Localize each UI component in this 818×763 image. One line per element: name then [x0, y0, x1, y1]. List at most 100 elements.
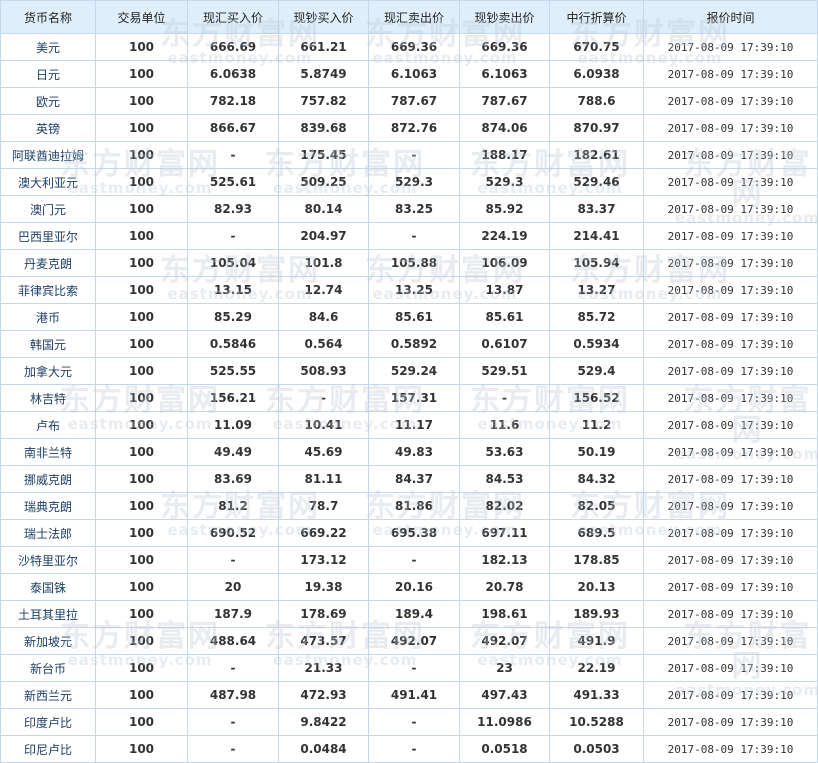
quote-time: 2017-08-09 17:39:10 [643, 168, 818, 196]
cash-buy-price: 21.33 [278, 654, 369, 682]
spot-sell-price: 105.88 [368, 249, 460, 277]
boc-conversion-price: 670.75 [549, 33, 644, 61]
boc-conversion-price: 214.41 [549, 222, 644, 250]
cash-sell-price: 106.09 [459, 249, 550, 277]
quote-time: 2017-08-09 17:39:10 [643, 492, 818, 520]
boc-conversion-price: 189.93 [549, 600, 644, 628]
boc-conversion-price: 13.27 [549, 276, 644, 304]
trade-unit: 100 [95, 249, 188, 277]
table-row: 林吉特 100 156.21-157.31-156.52 2017-08-09 17:… [0, 384, 818, 412]
cash-sell-price: 84.53 [459, 465, 550, 493]
spot-buy-price: 525.55 [187, 357, 279, 385]
trade-unit: 100 [95, 411, 188, 439]
table-row: 韩国元 100 0.5846 0.564 0.5892 0.6107 0.5934 2017-… [0, 330, 818, 358]
currency-name: 丹麦克朗 [0, 249, 96, 277]
quote-time: 2017-08-09 17:39:10 [643, 735, 818, 763]
currency-name: 林吉特 [0, 384, 96, 412]
cash-buy-price: 101.8 [278, 249, 369, 277]
trade-unit: 100 [95, 303, 188, 331]
cash-sell-price: 529.3 [459, 168, 550, 196]
cash-buy-price: 839.68 [278, 114, 369, 142]
quote-time: 2017-08-09 17:39:10 [643, 357, 818, 385]
trade-unit: 100 [95, 735, 188, 763]
table-header: 货币名称 交易单位 现汇买入价 现钞买入价 现汇卖出价 现钞卖出价 中行折算价 … [0, 0, 818, 34]
col-header-cash-buy: 现钞买入价 [278, 0, 369, 34]
currency-name: 美元 [0, 33, 96, 61]
quote-time: 2017-08-09 17:39:10 [643, 249, 818, 277]
table-row: 港币 100 85.29 84.6 85.61 85.61 85.72 2017-08-09 … [0, 303, 818, 331]
cash-sell-price: 224.19 [459, 222, 550, 250]
cash-buy-price: 78.7 [278, 492, 369, 520]
table-row: 瑞士法郎 100 690.52 669.22 695.38 697.11 689.5 2017… [0, 519, 818, 547]
boc-conversion-price: 156.52 [549, 384, 644, 412]
cash-buy-price: - [278, 384, 369, 412]
trade-unit: 100 [95, 276, 188, 304]
trade-unit: 100 [95, 384, 188, 412]
spot-buy-price: 156.21 [187, 384, 279, 412]
trade-unit: 100 [95, 654, 188, 682]
cash-sell-price: 198.61 [459, 600, 550, 628]
trade-unit: 100 [95, 573, 188, 601]
table-row: 沙特里亚尔 100-173.12-182.13 178.85 2017-08-09 1… [0, 546, 818, 574]
quote-time: 2017-08-09 17:39:10 [643, 330, 818, 358]
boc-conversion-price: 82.05 [549, 492, 644, 520]
cash-buy-price: 19.38 [278, 573, 369, 601]
cash-sell-price: 85.61 [459, 303, 550, 331]
cash-buy-price: 178.69 [278, 600, 369, 628]
cash-buy-price: 175.45 [278, 141, 369, 169]
table-row: 澳门元 100 82.93 80.14 83.25 85.92 83.37 2017-08-0… [0, 195, 818, 223]
boc-conversion-price: 22.19 [549, 654, 644, 682]
currency-name: 澳大利亚元 [0, 168, 96, 196]
trade-unit: 100 [95, 519, 188, 547]
cash-buy-price: 509.25 [278, 168, 369, 196]
currency-name: 加拿大元 [0, 357, 96, 385]
quote-time: 2017-08-09 17:39:10 [643, 222, 818, 250]
cash-sell-price: 11.6 [459, 411, 550, 439]
cash-sell-price: 182.13 [459, 546, 550, 574]
currency-name: 港币 [0, 303, 96, 331]
table-row: 土耳其里拉 100 187.9 178.69 189.4 198.61 189.93 2017… [0, 600, 818, 628]
spot-buy-price: 82.93 [187, 195, 279, 223]
trade-unit: 100 [95, 87, 188, 115]
spot-buy-price: 20 [187, 573, 279, 601]
table-row: 加拿大元 100 525.55 508.93 529.24 529.51 529.4 2017… [0, 357, 818, 385]
table-row: 英镑 100 866.67 839.68 872.76 874.06 870.97 2017-… [0, 114, 818, 142]
spot-sell-price: - [368, 141, 460, 169]
table-row: 泰国铢 100 20 19.38 20.16 20.78 20.13 2017-08-09 1… [0, 573, 818, 601]
boc-conversion-price: 20.13 [549, 573, 644, 601]
boc-conversion-price: 50.19 [549, 438, 644, 466]
cash-sell-price: 85.92 [459, 195, 550, 223]
currency-name: 澳门元 [0, 195, 96, 223]
cash-buy-price: 81.11 [278, 465, 369, 493]
currency-name: 新加坡元 [0, 627, 96, 655]
currency-name: 沙特里亚尔 [0, 546, 96, 574]
currency-name: 欧元 [0, 87, 96, 115]
quote-time: 2017-08-09 17:39:10 [643, 681, 818, 709]
cash-sell-price: 20.78 [459, 573, 550, 601]
spot-buy-price: 81.2 [187, 492, 279, 520]
quote-time: 2017-08-09 17:39:10 [643, 654, 818, 682]
cash-sell-price: 188.17 [459, 141, 550, 169]
spot-sell-price: - [368, 735, 460, 763]
spot-buy-price: 6.0638 [187, 60, 279, 88]
cash-sell-price: 0.6107 [459, 330, 550, 358]
trade-unit: 100 [95, 168, 188, 196]
cash-sell-price: 529.51 [459, 357, 550, 385]
col-header-unit: 交易单位 [95, 0, 188, 34]
boc-conversion-price: 788.6 [549, 87, 644, 115]
currency-name: 土耳其里拉 [0, 600, 96, 628]
quote-time: 2017-08-09 17:39:10 [643, 438, 818, 466]
spot-sell-price: 695.38 [368, 519, 460, 547]
spot-sell-price: 492.07 [368, 627, 460, 655]
cash-sell-price: 11.0986 [459, 708, 550, 736]
boc-conversion-price: 529.46 [549, 168, 644, 196]
table-row: 美元 100 666.69 661.21 669.36 669.36 670.75 2017-… [0, 33, 818, 61]
spot-buy-price: 85.29 [187, 303, 279, 331]
trade-unit: 100 [95, 195, 188, 223]
spot-sell-price: 81.86 [368, 492, 460, 520]
cash-sell-price: 874.06 [459, 114, 550, 142]
trade-unit: 100 [95, 492, 188, 520]
currency-name: 瑞典克朗 [0, 492, 96, 520]
cash-buy-price: 204.97 [278, 222, 369, 250]
cash-sell-price: 82.02 [459, 492, 550, 520]
